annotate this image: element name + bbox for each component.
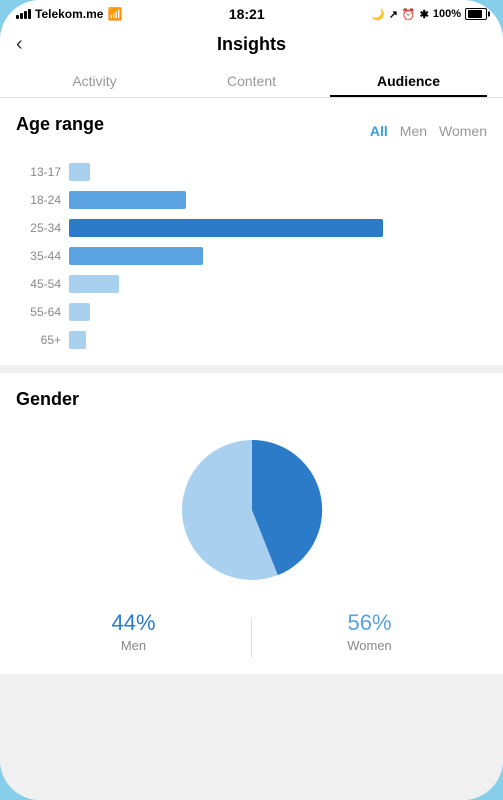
back-button[interactable]: ‹	[16, 33, 23, 56]
bar-label: 55-64	[26, 305, 61, 319]
bar-row-65plus: 65+	[26, 331, 487, 349]
pie-container	[16, 430, 487, 590]
wifi-icon: 📶	[107, 7, 122, 21]
header: ‹ Insights Activity Content Audience	[0, 26, 503, 98]
bar-row-1317: 13-17	[26, 163, 487, 181]
bar	[69, 247, 203, 265]
main-content: Age range All Men Women 13-17 18-24	[0, 98, 503, 800]
battery-icon	[465, 8, 487, 20]
filter-women[interactable]: Women	[439, 123, 487, 139]
tabs-bar: Activity Content Audience	[16, 65, 487, 97]
age-range-title: Age range	[16, 114, 104, 135]
gender-stats: 44% Men 56% Women	[16, 610, 487, 658]
bar-row-3544: 35-44	[26, 247, 487, 265]
bar-label: 45-54	[26, 277, 61, 291]
bar	[69, 191, 186, 209]
gender-pie-chart	[172, 430, 332, 590]
age-range-header: Age range All Men Women	[16, 114, 487, 147]
bar-label: 65+	[26, 333, 61, 347]
bar-label: 35-44	[26, 249, 61, 263]
bar-container	[69, 275, 487, 293]
status-bar: Telekom.me 📶 18:21 🌙 ↗ ⏰ ✱ 100%	[0, 0, 503, 26]
location-icon: ↗	[389, 8, 398, 21]
bar	[69, 163, 90, 181]
bar-container	[69, 163, 487, 181]
age-bar-chart: 13-17 18-24 25-34	[16, 163, 487, 349]
men-label: Men	[16, 638, 251, 653]
status-time: 18:21	[229, 6, 265, 22]
tab-activity[interactable]: Activity	[16, 65, 173, 97]
battery-text: 100%	[433, 8, 461, 20]
men-percentage: 44%	[16, 610, 251, 636]
bar	[69, 303, 90, 321]
bar-container	[69, 247, 487, 265]
moon-icon: 🌙	[371, 8, 385, 21]
filter-all[interactable]: All	[370, 123, 388, 139]
bar-container	[69, 191, 487, 209]
bar-row-5564: 55-64	[26, 303, 487, 321]
phone-frame: Telekom.me 📶 18:21 🌙 ↗ ⏰ ✱ 100% ‹ Insigh…	[0, 0, 503, 800]
gender-section: Gender	[0, 373, 503, 674]
men-stat: 44% Men	[16, 610, 251, 653]
bar-row-4554: 45-54	[26, 275, 487, 293]
women-label: Women	[252, 638, 487, 653]
age-range-section: Age range All Men Women 13-17 18-24	[0, 98, 503, 365]
tab-audience[interactable]: Audience	[330, 65, 487, 97]
status-left: Telekom.me 📶	[16, 7, 122, 21]
alarm-icon: ⏰	[402, 8, 416, 21]
header-top: ‹ Insights	[16, 34, 487, 65]
bar-label: 25-34	[26, 221, 61, 235]
bar-container	[69, 303, 487, 321]
bar	[69, 331, 86, 349]
bar-container	[69, 331, 487, 349]
bar-row-2534: 25-34	[26, 219, 487, 237]
tab-content[interactable]: Content	[173, 65, 330, 97]
women-stat: 56% Women	[252, 610, 487, 653]
bar	[69, 275, 119, 293]
bar	[69, 219, 383, 237]
age-filter-tabs: All Men Women	[370, 123, 487, 139]
filter-men[interactable]: Men	[400, 123, 427, 139]
bar-label: 18-24	[26, 193, 61, 207]
bluetooth-icon: ✱	[420, 8, 429, 21]
bar-row-1824: 18-24	[26, 191, 487, 209]
gender-title: Gender	[16, 389, 487, 410]
signal-icon	[16, 9, 31, 19]
bar-container	[69, 219, 487, 237]
status-right: 🌙 ↗ ⏰ ✱ 100%	[371, 8, 487, 21]
bar-label: 13-17	[26, 165, 61, 179]
carrier-text: Telekom.me	[35, 7, 103, 21]
women-percentage: 56%	[252, 610, 487, 636]
page-title: Insights	[217, 34, 286, 55]
